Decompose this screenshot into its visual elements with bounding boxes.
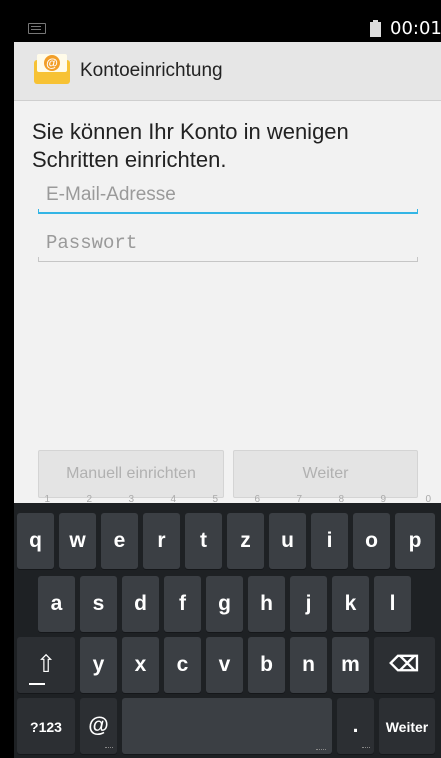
key-k[interactable]: k [332, 576, 369, 632]
key-p[interactable]: 0p [395, 495, 435, 569]
password-field[interactable] [38, 228, 426, 262]
space-key[interactable] [122, 698, 332, 754]
key-f[interactable]: f [164, 576, 201, 632]
key-r[interactable]: 4r [143, 495, 180, 569]
email-app-icon[interactable]: @ [34, 54, 70, 84]
shift-icon: ⇧ [35, 651, 57, 678]
key-c[interactable]: c [164, 637, 201, 693]
key-u[interactable]: 7u [269, 495, 306, 569]
key-o[interactable]: 9o [353, 495, 390, 569]
setup-instructions: Sie können Ihr Konto in wenigen Schritte… [32, 119, 349, 172]
account-setup-screen: @ Kontoeinrichtung Sie können Ihr Konto … [14, 42, 441, 503]
email-field[interactable] [38, 180, 426, 214]
status-time: 00:01 [390, 18, 441, 39]
key-q[interactable]: 1q [17, 495, 54, 569]
action-bar: @ Kontoeinrichtung [14, 42, 441, 101]
key-y[interactable]: y [80, 637, 117, 693]
backspace-icon: ⌫ [389, 653, 420, 676]
key-w[interactable]: 2w [59, 495, 96, 569]
key-g[interactable]: g [206, 576, 243, 632]
email-input[interactable] [38, 180, 426, 210]
key-d[interactable]: d [122, 576, 159, 632]
page-title: Kontoeinrichtung [80, 60, 223, 81]
next-button[interactable]: Weiter [233, 450, 418, 498]
key-x[interactable]: x [122, 637, 159, 693]
key-h[interactable]: h [248, 576, 285, 632]
soft-keyboard: 1q 2w 3e 4r 5t 6z 7u 8i 9o 0p a s d f g … [14, 495, 441, 758]
keyboard-icon [28, 23, 46, 34]
key-z[interactable]: 6z [227, 495, 264, 569]
symbols-key[interactable]: ?123 [17, 698, 75, 754]
next-action-key[interactable]: Weiter [379, 698, 435, 754]
key-l[interactable]: l [374, 576, 411, 632]
key-t[interactable]: 5t [185, 495, 222, 569]
key-n[interactable]: n [290, 637, 327, 693]
screen: 00:01 @ Kontoeinrichtung Sie können Ihr … [0, 0, 441, 758]
key-s[interactable]: s [80, 576, 117, 632]
shift-key[interactable]: ⇧ [17, 637, 75, 693]
at-key[interactable]: @ [80, 698, 117, 754]
battery-icon [370, 20, 381, 37]
status-bar: 00:01 [14, 14, 441, 42]
period-key[interactable]: . [337, 698, 374, 754]
key-v[interactable]: v [206, 637, 243, 693]
password-input[interactable] [38, 228, 426, 258]
key-e[interactable]: 3e [101, 495, 138, 569]
key-m[interactable]: m [332, 637, 369, 693]
key-j[interactable]: j [290, 576, 327, 632]
manual-setup-button[interactable]: Manuell einrichten [38, 450, 224, 498]
key-b[interactable]: b [248, 637, 285, 693]
backspace-key[interactable]: ⌫ [374, 637, 435, 693]
key-a[interactable]: a [38, 576, 75, 632]
key-i[interactable]: 8i [311, 495, 348, 569]
